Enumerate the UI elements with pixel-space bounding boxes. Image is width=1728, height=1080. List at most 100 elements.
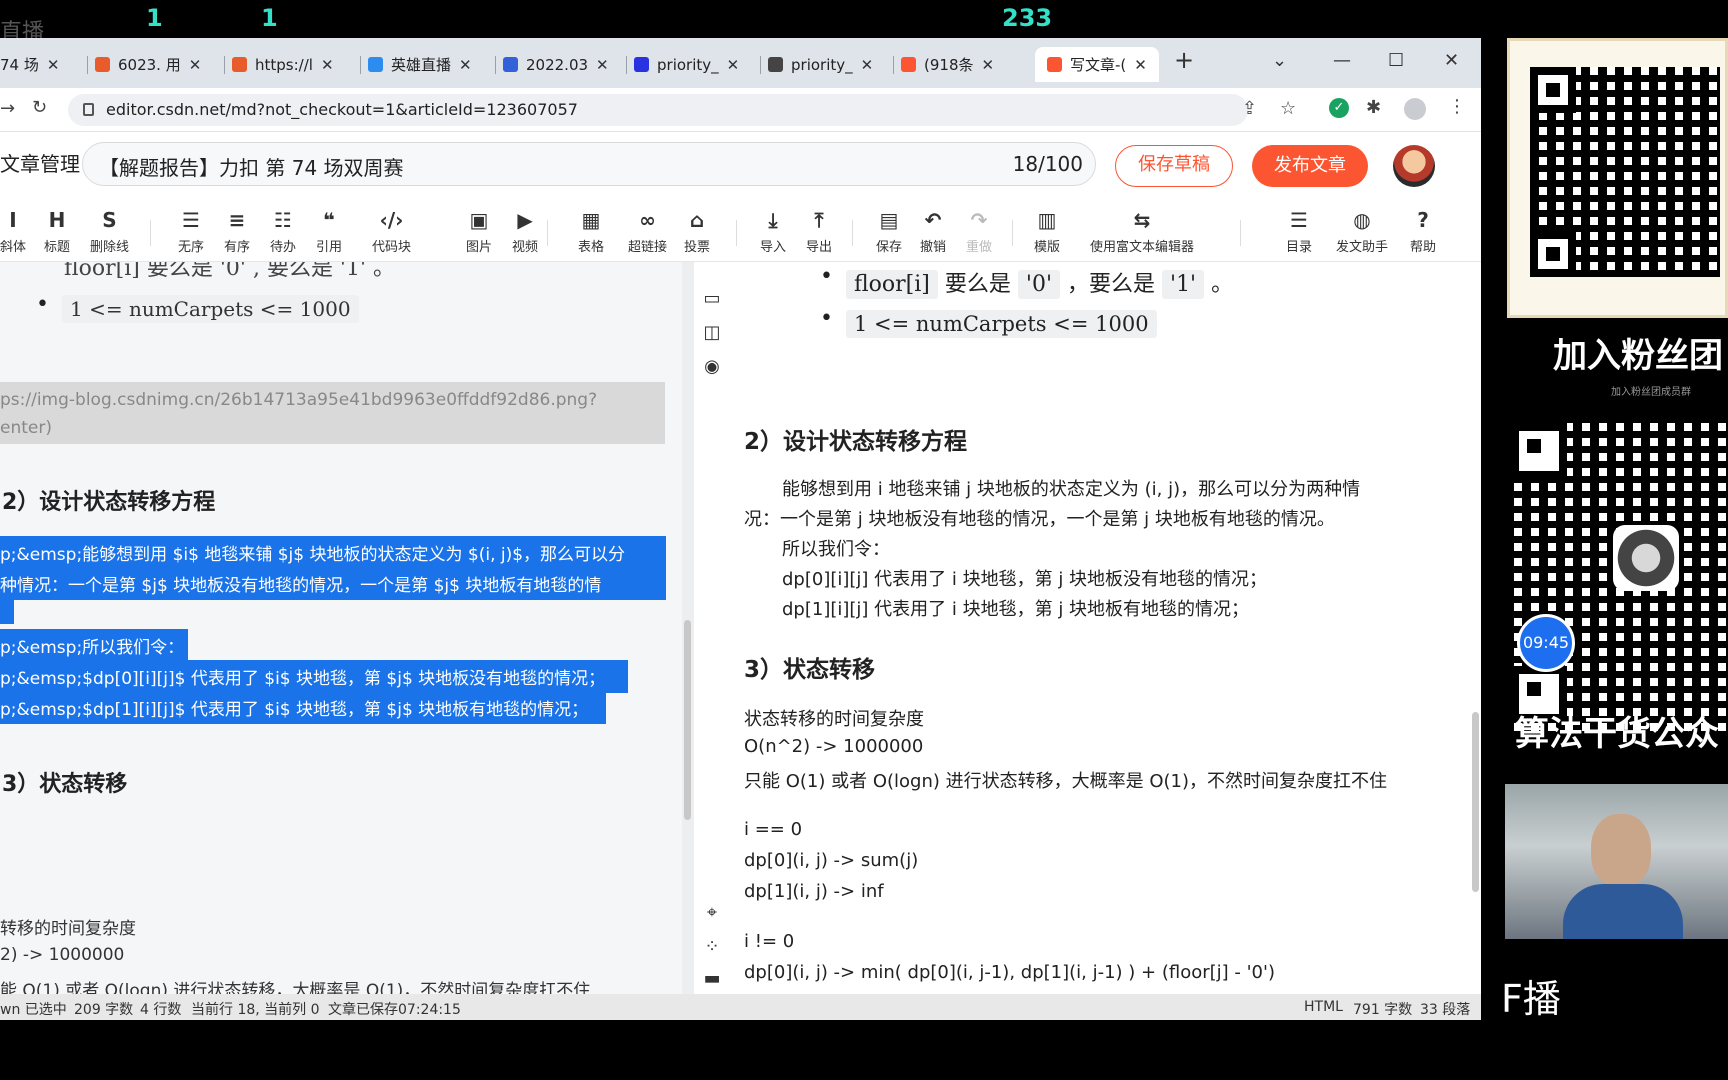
toolbar-button[interactable]: ◍ 发文助手: [1336, 208, 1388, 255]
text-segment: 。: [1211, 272, 1234, 297]
browser-tab[interactable]: priority_ ✕: [634, 47, 739, 82]
toolbar-button[interactable]: ▥ 模版: [1034, 208, 1060, 255]
tab-search-chevron-icon[interactable]: ⌄: [1272, 50, 1287, 71]
tab-label[interactable]: priority_: [657, 56, 719, 74]
browser-menu-icon[interactable]: ⋮: [1448, 96, 1466, 117]
toolbar-button[interactable]: ≡ 有序: [224, 208, 250, 255]
browser-tab[interactable]: https://l ✕: [232, 47, 334, 82]
toolbar-button[interactable]: ☰ 无序: [178, 208, 204, 255]
forward-arrow-icon[interactable]: →: [0, 98, 15, 119]
md-line: 2) -> 1000000: [0, 945, 125, 965]
new-tab-button[interactable]: +: [1174, 46, 1194, 74]
tab-close-icon[interactable]: ✕: [47, 56, 60, 74]
browser-tab[interactable]: 写文章-( ✕: [1035, 47, 1159, 82]
toolbar-button[interactable]: ⤓ 导入: [760, 208, 786, 255]
tab-close-icon[interactable]: ✕: [596, 56, 609, 74]
toolbar-button[interactable]: ▤ 保存: [876, 208, 902, 255]
right-scrollbar[interactable]: [1472, 712, 1479, 892]
preview-eye-icon[interactable]: ◉: [694, 356, 730, 377]
tab-close-icon[interactable]: ✕: [981, 56, 994, 74]
toolbar-button[interactable]: ▶ 视频: [512, 208, 538, 255]
article-title-text[interactable]: 【解题报告】力扣 第 74 场双周赛: [99, 152, 404, 181]
toolbar-separator: [736, 220, 737, 246]
toolbar-button[interactable]: ▦ 表格: [578, 208, 604, 255]
toolbar-button[interactable]: ? 帮助: [1410, 208, 1436, 255]
text-segment: 要么是: [944, 272, 1011, 297]
tab-separator: [760, 56, 761, 74]
heading-design: 2）设计状态转移方程: [744, 429, 968, 455]
bookmark-star-icon[interactable]: ☆: [1280, 98, 1296, 119]
toolbar-button[interactable]: S 删除线: [90, 208, 129, 255]
browser-tab[interactable]: 2022.03 ✕: [503, 47, 609, 82]
user-avatar[interactable]: [1393, 145, 1435, 187]
tab-label[interactable]: (918条: [924, 54, 973, 75]
toolbar-button[interactable]: ⇆ 使用富文本编辑器: [1090, 208, 1194, 255]
tab-close-icon[interactable]: ✕: [459, 56, 472, 74]
reload-icon[interactable]: ↻: [32, 97, 47, 118]
toolbar-label: 图片: [466, 240, 493, 255]
tab-close-icon[interactable]: ✕: [1134, 56, 1147, 74]
toolbar-button[interactable]: ⌂ 投票: [684, 208, 710, 255]
left-scrollbar[interactable]: [684, 620, 691, 820]
extensions-puzzle-icon[interactable]: ✱: [1366, 97, 1381, 118]
status-saved: 文章已保存07:24:15: [328, 1002, 461, 1018]
tab-close-icon[interactable]: ✕: [321, 56, 334, 74]
share-icon[interactable]: ⇪: [1242, 98, 1257, 119]
split-view-icon[interactable]: ◫: [694, 322, 730, 343]
minimize-button[interactable]: —: [1333, 50, 1351, 71]
omnibox[interactable]: editor.csdn.net/md?not_checkout=1&articl…: [68, 94, 1296, 126]
toolbar-button[interactable]: ⤒ 导出: [806, 208, 832, 255]
tab-label[interactable]: priority_: [791, 56, 853, 74]
tab-separator: [360, 56, 361, 74]
maximize-button[interactable]: ☐: [1388, 50, 1404, 71]
tab-separator: [626, 56, 627, 74]
title-char-count: 18/100: [1012, 152, 1083, 176]
toolbar-button[interactable]: H 标题: [44, 208, 70, 255]
toolbar-button[interactable]: ☷ 待办: [270, 208, 296, 255]
tab-label[interactable]: 74 场: [0, 54, 39, 75]
browser-tab[interactable]: 6023. 用 ✕: [95, 47, 201, 82]
markdown-toolbar: I 斜体 H 标题 S 删除线 ☰ 无序 ≡ 有序 ☷ 待办 ❝ 引用 ‹/› 代码块 ▣ 图片 ▶ 视频 ▦ 表格 ∞ 超链…: [0, 202, 1481, 262]
extension-shield-icon[interactable]: ✓: [1329, 98, 1349, 118]
close-window-button[interactable]: ✕: [1444, 50, 1459, 71]
profile-icon[interactable]: [1404, 98, 1426, 120]
fullscreen-icon[interactable]: ▬: [694, 968, 730, 989]
toolbar-button[interactable]: ❝ 引用: [316, 208, 342, 255]
tab-label[interactable]: 英雄直播: [391, 54, 451, 75]
publish-button[interactable]: 发布文章: [1252, 145, 1368, 187]
tab-label[interactable]: 写文章-(: [1070, 54, 1126, 75]
toolbar-glyph-icon: ⤒: [814, 208, 824, 232]
toolbar-button[interactable]: ‹/› 代码块: [372, 208, 411, 255]
drag-handle-icon[interactable]: ⁘: [694, 936, 730, 957]
lock-icon: [83, 103, 94, 116]
toolbar-button[interactable]: ∞ 超链接: [628, 208, 667, 255]
tab-favicon-icon: [95, 57, 110, 72]
bullet-dot: •: [820, 264, 833, 289]
article-title-input[interactable]: 【解题报告】力扣 第 74 场双周赛 18/100: [82, 142, 1096, 186]
tab-label[interactable]: https://l: [255, 56, 313, 74]
markdown-source-pane[interactable]: floor[i] 要么是 '0' , 要么是 '1' 。 • 1 <= numC…: [0, 262, 682, 994]
tab-close-icon[interactable]: ✕: [189, 56, 202, 74]
toolbar-button[interactable]: ↷ 重做: [966, 208, 992, 255]
tab-label[interactable]: 2022.03: [526, 56, 588, 74]
tab-favicon-icon: [503, 57, 518, 72]
url-text[interactable]: editor.csdn.net/md?not_checkout=1&articl…: [106, 100, 578, 119]
save-draft-button[interactable]: 保存草稿: [1115, 145, 1233, 187]
toolbar-button[interactable]: ↶ 撤销: [920, 208, 946, 255]
sync-scroll-icon[interactable]: ⌖: [694, 902, 730, 923]
toolbar-button[interactable]: ▣ 图片: [466, 208, 492, 255]
browser-tab[interactable]: 74 场 ✕: [0, 47, 59, 82]
fans-small-label: 加入粉丝团成员群: [1611, 387, 1691, 398]
toggle-editor-icon[interactable]: ▭: [694, 288, 730, 309]
toolbar-button[interactable]: ☰ 目录: [1286, 208, 1312, 255]
tab-close-icon[interactable]: ✕: [727, 56, 740, 74]
browser-tab[interactable]: priority_ ✕: [768, 47, 873, 82]
article-manage-link[interactable]: 文章管理: [0, 148, 80, 177]
tab-label[interactable]: 6023. 用: [118, 54, 181, 75]
live-timer: 09:45: [1517, 614, 1575, 672]
paragraph-line: 所以我们令：: [782, 539, 890, 560]
toolbar-button[interactable]: I 斜体: [0, 208, 26, 255]
browser-tab[interactable]: 英雄直播 ✕: [368, 47, 472, 82]
tab-close-icon[interactable]: ✕: [861, 56, 874, 74]
browser-tab[interactable]: (918条 ✕: [901, 47, 994, 82]
